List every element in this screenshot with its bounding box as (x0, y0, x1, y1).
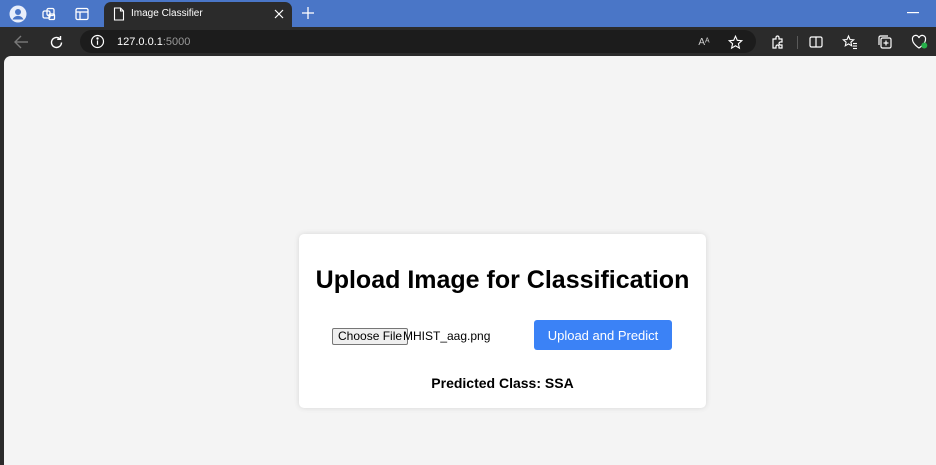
tab-title: Image Classifier (131, 8, 203, 19)
address-url: 127.0.0.1:5000 (117, 36, 190, 48)
extensions-icon[interactable] (768, 32, 788, 52)
page-title: Upload Image for Classification (315, 266, 690, 294)
selected-file-name: MHIST_aag.png (403, 329, 491, 343)
choose-file-button[interactable]: Choose File (332, 328, 409, 345)
new-tab-icon[interactable] (299, 4, 317, 22)
profile-icon[interactable] (8, 4, 28, 24)
info-icon[interactable] (90, 34, 105, 54)
url-host: 127.0.0.1 (117, 36, 163, 48)
page-viewport: Upload Image for Classification Choose F… (4, 56, 936, 465)
url-port: :5000 (162, 36, 191, 48)
active-tab[interactable]: Image Classifier (104, 2, 292, 27)
read-aloud-icon[interactable]: Aᴬ (695, 33, 713, 51)
prediction-result: Predicted Class: SSA (431, 375, 574, 391)
toolbar-separator (797, 36, 798, 49)
tab-actions-icon[interactable] (72, 4, 92, 24)
upload-card: Upload Image for Classification Choose F… (299, 234, 706, 408)
upload-and-predict-button[interactable]: Upload and Predict (534, 320, 672, 350)
browser-toolbar: 127.0.0.1:5000 Aᴬ (0, 27, 936, 56)
back-icon[interactable] (11, 32, 31, 52)
collections-icon[interactable] (875, 32, 895, 52)
minimize-icon[interactable] (905, 6, 921, 20)
split-screen-icon[interactable] (806, 32, 826, 52)
favorite-star-icon[interactable] (726, 33, 744, 51)
favorites-icon[interactable] (840, 32, 860, 52)
page-icon (113, 7, 125, 26)
address-bar[interactable]: 127.0.0.1:5000 Aᴬ (80, 30, 756, 53)
workspaces-icon[interactable] (39, 4, 59, 24)
browser-titlebar: Image Classifier (0, 0, 936, 27)
refresh-icon[interactable] (46, 32, 66, 52)
close-icon[interactable] (272, 7, 286, 21)
browser-essentials-icon[interactable] (909, 32, 929, 52)
